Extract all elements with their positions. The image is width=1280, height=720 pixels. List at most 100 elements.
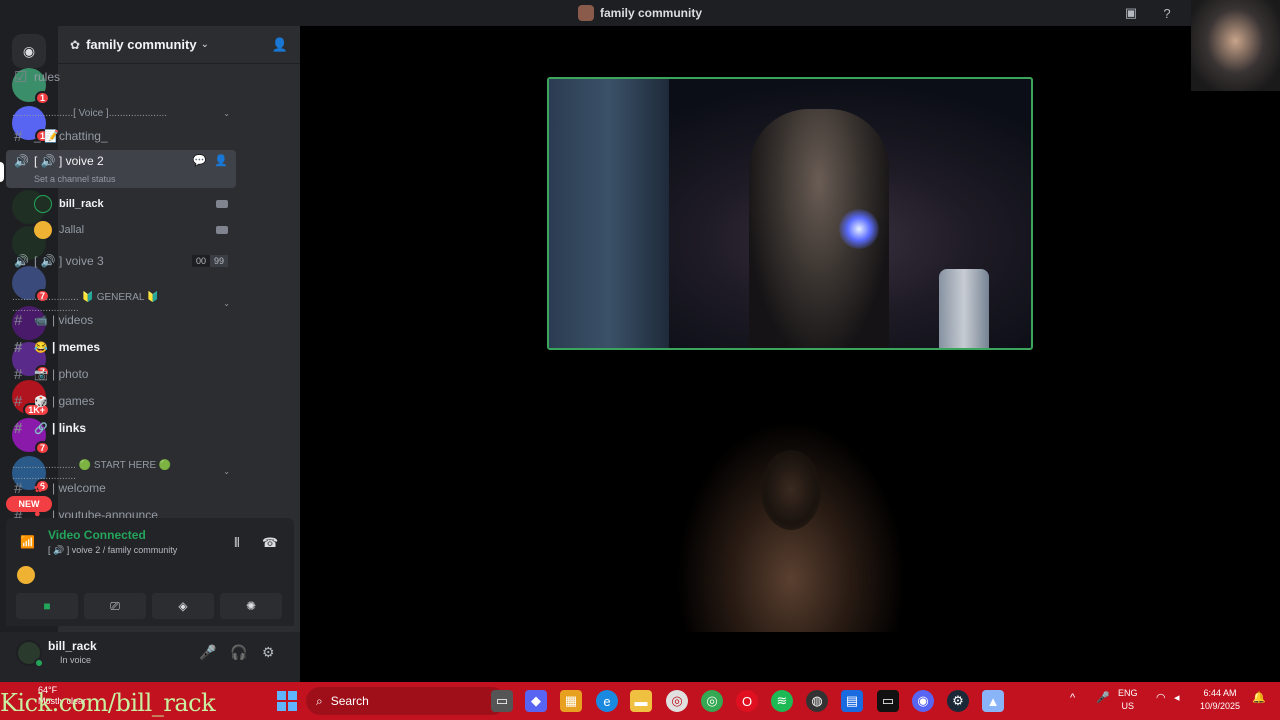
voice-user[interactable]: bill_rack xyxy=(34,192,234,216)
channel-youtube-announce[interactable]: # ● | youtube-announce xyxy=(6,502,236,518)
video-light xyxy=(839,209,879,249)
user-status: In voice xyxy=(60,655,92,665)
share-screen-button[interactable]: ⎚ xyxy=(84,593,146,619)
steam-icon[interactable]: ⚙ xyxy=(947,690,969,712)
windows-start-icon[interactable] xyxy=(277,691,297,711)
discord-icon[interactable]: ◉ xyxy=(912,690,934,712)
speaker-icon: 🔊 xyxy=(14,254,29,268)
hash-icon: # xyxy=(14,365,23,383)
chat-icon[interactable]: 💬 xyxy=(193,154,207,167)
username[interactable]: bill_rack xyxy=(48,639,97,653)
video-tile-bill-rack[interactable] xyxy=(547,77,1033,350)
camera-button[interactable]: ■ xyxy=(16,593,78,619)
soundboard-button[interactable]: ✺ xyxy=(220,593,282,619)
chevron-up-icon[interactable]: ^ xyxy=(1070,692,1075,705)
opera-icon[interactable]: O xyxy=(736,690,758,712)
voice-user[interactable]: Jallal xyxy=(34,218,234,242)
notification-bell-icon[interactable]: 🔔 xyxy=(1252,692,1266,705)
online-status-icon xyxy=(34,658,44,668)
obs-icon[interactable]: ◍ xyxy=(806,690,828,712)
hash-icon: # xyxy=(14,479,23,497)
hash-icon: # xyxy=(14,311,23,329)
store-icon[interactable]: ▦ xyxy=(560,690,582,712)
hash-icon: # xyxy=(14,508,23,518)
user-limit: 00 99 xyxy=(191,255,228,267)
channel-games[interactable]: # 🎲 | games xyxy=(6,388,236,414)
channel-welcome[interactable]: # ✿ | welcome xyxy=(6,475,236,501)
edge-icon[interactable]: e xyxy=(596,690,618,712)
server-header[interactable]: ✿ family community ⌄ 👤 xyxy=(58,26,300,64)
avatar xyxy=(34,195,52,213)
server-name: family community xyxy=(86,37,197,52)
hash-icon: # xyxy=(14,419,23,437)
microphone-icon[interactable]: 🎤 xyxy=(199,644,216,661)
inbox-icon[interactable]: ▣ xyxy=(1122,4,1140,22)
capcut-icon[interactable]: ▭ xyxy=(877,690,899,712)
app-icon[interactable]: ▤ xyxy=(841,690,863,712)
task-view-icon[interactable]: ▭ xyxy=(491,690,513,712)
hash-icon: # xyxy=(14,338,23,356)
noise-suppression-icon[interactable]: ⦀ xyxy=(234,535,240,551)
speaker-icon: 🔊 xyxy=(14,154,29,168)
window-titlebar: family community ▣ ? xyxy=(0,0,1280,26)
taskbar-search[interactable]: ⌕ Search xyxy=(306,687,506,715)
spotify-icon[interactable]: ≋ xyxy=(771,690,793,712)
invite-icon[interactable]: 👤 xyxy=(272,37,288,53)
video-person xyxy=(761,450,821,530)
screen-share-icon: ⎚ xyxy=(110,598,120,613)
hash-icon: # xyxy=(14,392,23,410)
chevron-down-icon: ⌄ xyxy=(200,39,209,50)
user-panel: bill_rack In voice 🎤 🎧 ⚙ xyxy=(0,632,300,682)
channel-status[interactable]: Set a channel status xyxy=(34,174,116,184)
flower-icon: ✿ xyxy=(34,482,44,495)
webcam-overlay xyxy=(1191,0,1280,91)
wifi-icon[interactable]: ◠ xyxy=(1156,692,1166,705)
voice-status-title[interactable]: Video Connected xyxy=(48,528,146,542)
language-indicator[interactable]: ENG US xyxy=(1118,687,1138,713)
activities-button[interactable]: ◈ xyxy=(152,593,214,619)
signal-icon[interactable]: 📶 xyxy=(20,535,35,549)
channel-links[interactable]: # 🔗 | links xyxy=(6,415,236,441)
voice-status-subtitle[interactable]: [ 🔊 ] voive 2 / family community xyxy=(48,545,177,556)
server-icon xyxy=(577,5,594,21)
channel-voive-3[interactable]: 🔊 [ 🔊 ] voive 3 00 99 xyxy=(6,248,236,274)
channel-photo[interactable]: # 📷 | photo xyxy=(6,361,236,387)
camera-icon xyxy=(216,200,228,208)
discord-home-icon[interactable]: ◉ xyxy=(12,34,46,68)
gear-icon[interactable]: ⚙ xyxy=(262,644,275,661)
selected-pip xyxy=(0,162,4,182)
help-icon[interactable]: ? xyxy=(1158,4,1176,22)
meet-icon[interactable]: ◆ xyxy=(525,690,547,712)
chrome-icon[interactable]: ◎ xyxy=(701,690,723,712)
volume-icon[interactable]: ◂ xyxy=(1174,692,1180,705)
channel-voive-2[interactable]: 🔊 [ 🔊 ] voive 2 Set a channel status 💬 👤 xyxy=(6,150,236,188)
camera-icon: ■ xyxy=(43,599,51,613)
disconnect-icon[interactable]: ☎ xyxy=(262,535,278,551)
avatar xyxy=(34,221,52,239)
search-icon: ⌕ xyxy=(316,693,323,708)
channel-memes[interactable]: # 😂 | memes xyxy=(6,334,236,360)
server-guide-icon: ✿ xyxy=(70,37,81,52)
file-explorer-icon[interactable]: ▬ xyxy=(630,690,652,712)
category-voice[interactable]: ......................[ Voice ].........… xyxy=(12,108,230,119)
activity-icon[interactable] xyxy=(17,566,35,584)
camera-icon xyxy=(216,226,228,234)
invite-icon[interactable]: 👤 xyxy=(214,154,228,167)
video-bottle xyxy=(939,269,989,348)
photos-icon[interactable]: ▲ xyxy=(982,690,1004,712)
rules-icon: ☑ xyxy=(14,69,28,86)
headphones-icon[interactable]: 🎧 xyxy=(230,644,247,661)
window-title: family community xyxy=(599,6,703,20)
hash-icon: # xyxy=(14,127,23,145)
clock[interactable]: 6:44 AM 10/9/2025 xyxy=(1200,687,1240,713)
chevron-down-icon: ⌄ xyxy=(223,109,230,118)
youtube-icon: ● xyxy=(34,508,41,518)
channel-chatting[interactable]: # _ 📝chatting_ xyxy=(6,123,236,149)
microphone-icon[interactable]: 🎤 xyxy=(1096,692,1110,705)
stream-overlay-text: Kick.com/bill_rack xyxy=(0,689,216,717)
channel-videos[interactable]: # 📹 | videos xyxy=(6,307,236,333)
video-background xyxy=(549,79,669,348)
channel-rules[interactable]: ☑ rules xyxy=(6,64,236,90)
video-tile-jallal[interactable] xyxy=(676,420,906,632)
chrome-icon[interactable]: ◎ xyxy=(666,690,688,712)
